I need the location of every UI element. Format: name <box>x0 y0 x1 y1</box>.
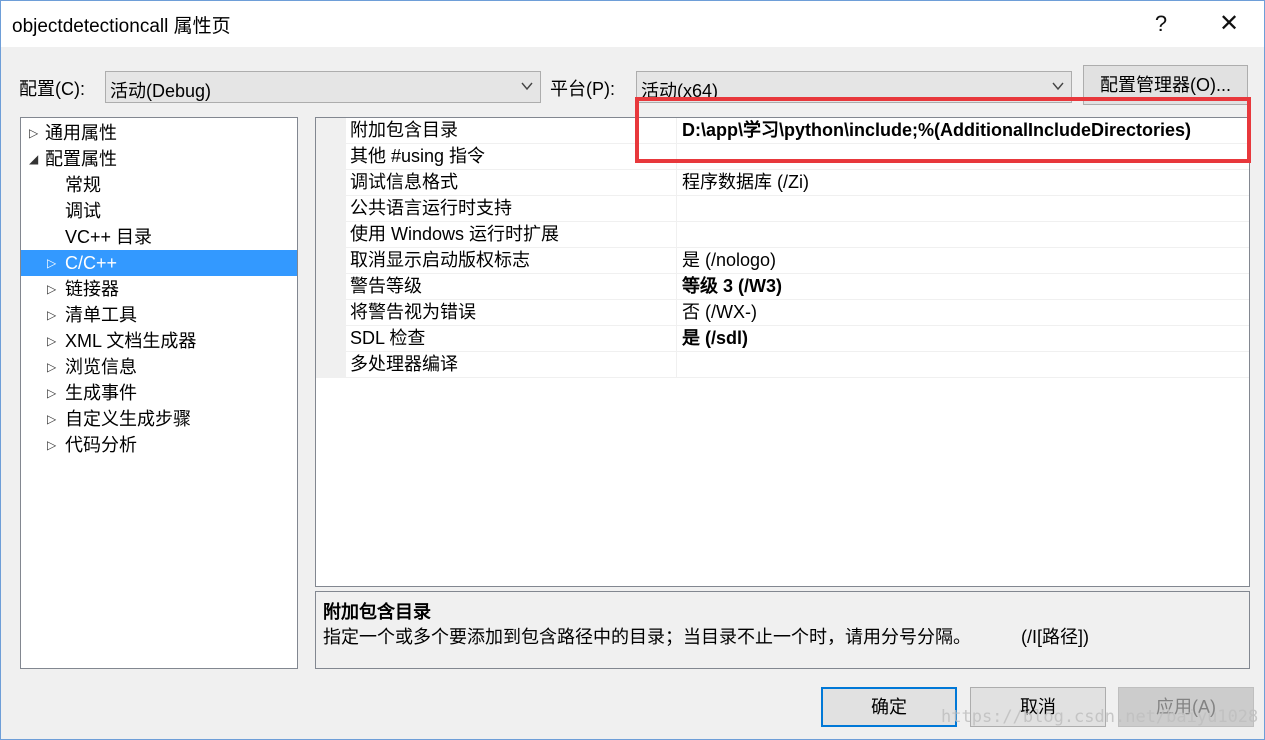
property-name: SDL 检查 <box>350 326 677 352</box>
row-gutter <box>316 274 346 300</box>
tree-item-label: 清单工具 <box>65 305 137 325</box>
tree-item[interactable]: ▷ 浏览信息 <box>21 354 297 380</box>
property-row[interactable]: 警告等级 等级 3 (/W3) <box>316 274 1249 300</box>
property-row[interactable]: 其他 #using 指令 <box>316 144 1249 170</box>
property-name: 取消显示启动版权标志 <box>350 248 677 274</box>
description-panel: 附加包含目录 指定一个或多个要添加到包含路径中的目录；当目录不止一个时，请用分号… <box>315 591 1250 669</box>
description-title: 附加包含目录 <box>323 602 431 622</box>
property-value[interactable]: 是 (/sdl) <box>682 326 748 352</box>
property-row[interactable]: 将警告视为错误否 (/WX-) <box>316 300 1249 326</box>
close-button[interactable]: ✕ <box>1207 7 1251 41</box>
row-gutter <box>316 196 346 222</box>
window-title: objectdetectioncall 属性页 <box>12 16 231 37</box>
property-row[interactable]: SDL 检查是 (/sdl) <box>316 326 1249 352</box>
tree-item[interactable]: 常规 <box>21 172 297 198</box>
property-row[interactable]: 调试信息格式 程序数据库 (/Zi) <box>316 170 1249 196</box>
platform-label: 平台(P): <box>550 79 615 99</box>
property-value[interactable]: 否 (/WX-) <box>682 300 757 326</box>
chevron-down-icon <box>521 82 533 91</box>
platform-combobox[interactable]: 活动(x64) <box>636 71 1072 103</box>
tree-item[interactable]: 调试 <box>21 198 297 224</box>
tree-item[interactable]: ▷ 清单工具 <box>21 302 297 328</box>
tree-item-label: 生成事件 <box>65 383 137 403</box>
tree-item-label: 常规 <box>65 175 101 195</box>
tree-item[interactable]: ▷ 链接器 <box>21 276 297 302</box>
tree-item[interactable]: VC++ 目录 <box>21 224 297 250</box>
watermark: https://blog.csdn.net/baiyu1028 <box>941 707 1259 727</box>
row-gutter <box>316 248 346 274</box>
property-value[interactable]: 程序数据库 (/Zi) <box>682 170 809 196</box>
property-value[interactable]: 是 (/nologo) <box>682 248 776 274</box>
collapsed-triangle-icon[interactable]: ▷ <box>47 250 59 276</box>
config-manager-button[interactable]: 配置管理器(O)... <box>1083 65 1248 105</box>
property-row[interactable]: 附加包含目录 D:\app\学习\python\include;%(Additio… <box>316 118 1249 144</box>
collapsed-triangle-icon[interactable]: ▷ <box>47 328 59 354</box>
property-row[interactable]: 取消显示启动版权标志是 (/nologo) <box>316 248 1249 274</box>
collapsed-triangle-icon[interactable]: ▷ <box>47 406 59 432</box>
chevron-down-icon <box>1052 82 1064 91</box>
property-name: 其他 #using 指令 <box>350 144 677 170</box>
row-gutter <box>316 300 346 326</box>
config-combobox[interactable]: 活动(Debug) <box>105 71 541 103</box>
help-button[interactable]: ? <box>1139 7 1183 41</box>
property-value[interactable]: 等级 3 (/W3) <box>682 274 782 300</box>
tree-item[interactable]: ◢ 配置属性 <box>21 146 297 172</box>
tree-item-label: 链接器 <box>65 279 119 299</box>
property-tree[interactable]: ▷ 通用属性 ◢ 配置属性 常规 调试 VC++ 目录 ▷ C/C++ ▷ 链接器 ▷ 清单工具 ▷ XML… <box>20 117 298 669</box>
title-bar: objectdetectioncall 属性页 ? ✕ <box>1 1 1264 47</box>
tree-item[interactable]: ▷ 通用属性 <box>21 120 297 146</box>
property-row[interactable]: 公共语言运行时支持 <box>316 196 1249 222</box>
tree-item[interactable]: ▷ 自定义生成步骤 <box>21 406 297 432</box>
property-name: 使用 Windows 运行时扩展 <box>350 222 677 248</box>
expanded-triangle-icon[interactable]: ◢ <box>29 146 41 172</box>
tree-item[interactable]: ▷ XML 文档生成器 <box>21 328 297 354</box>
row-gutter <box>316 118 346 144</box>
description-text: 指定一个或多个要添加到包含路径中的目录；当目录不止一个时，请用分号分隔。 <box>323 627 971 647</box>
collapsed-triangle-icon[interactable]: ▷ <box>47 276 59 302</box>
collapsed-triangle-icon[interactable]: ▷ <box>47 302 59 328</box>
property-pages-dialog: objectdetectioncall 属性页 ? ✕ 配置(C): 活动(De… <box>0 0 1265 740</box>
tree-item-label: 代码分析 <box>65 435 137 455</box>
collapsed-triangle-icon[interactable]: ▷ <box>47 354 59 380</box>
tree-item-label: 通用属性 <box>45 123 117 143</box>
tree-item-label: VC++ 目录 <box>65 227 153 247</box>
row-gutter <box>316 170 346 196</box>
collapsed-triangle-icon[interactable]: ▷ <box>47 380 59 406</box>
ok-button[interactable]: 确定 <box>821 687 957 727</box>
row-gutter <box>316 326 346 352</box>
tree-item-label: 调试 <box>65 201 101 221</box>
tree-item-label: 浏览信息 <box>65 357 137 377</box>
property-name: 公共语言运行时支持 <box>350 196 677 222</box>
property-row[interactable]: 使用 Windows 运行时扩展 <box>316 222 1249 248</box>
tree-item-label: XML 文档生成器 <box>65 331 197 351</box>
property-row[interactable]: 多处理器编译 <box>316 352 1249 378</box>
collapsed-triangle-icon[interactable]: ▷ <box>29 120 41 146</box>
property-name: 警告等级 <box>350 274 677 300</box>
property-name: 多处理器编译 <box>350 352 677 378</box>
property-name: 将警告视为错误 <box>350 300 677 326</box>
property-name: 调试信息格式 <box>350 170 677 196</box>
property-value[interactable]: D:\app\学习\python\include;%(AdditionalInc… <box>682 118 1191 144</box>
tree-item-label: C/C++ <box>65 253 118 273</box>
collapsed-triangle-icon[interactable]: ▷ <box>47 432 59 458</box>
description-switch: (/I[路径]) <box>1021 627 1089 647</box>
tree-item[interactable]: ▷ 生成事件 <box>21 380 297 406</box>
row-gutter <box>316 352 346 378</box>
row-gutter <box>316 144 346 170</box>
tree-item-label: 自定义生成步骤 <box>65 409 191 429</box>
property-name: 附加包含目录 <box>350 118 677 144</box>
tree-item[interactable]: ▷ C/C++ <box>21 250 297 276</box>
property-grid[interactable]: 附加包含目录 D:\app\学习\python\include;%(Additio… <box>315 117 1250 587</box>
tree-item-label: 配置属性 <box>45 149 117 169</box>
config-label: 配置(C): <box>19 79 85 99</box>
tree-item[interactable]: ▷ 代码分析 <box>21 432 297 458</box>
platform-value: 活动(x64) <box>641 81 719 101</box>
config-value: 活动(Debug) <box>110 81 212 101</box>
row-gutter <box>316 222 346 248</box>
